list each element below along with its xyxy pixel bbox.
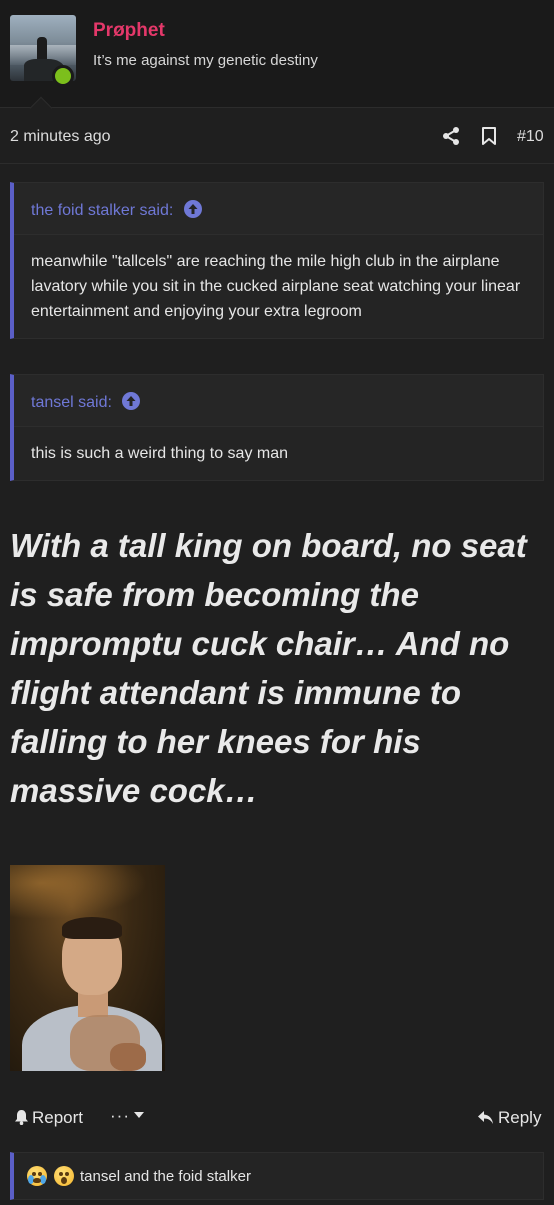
more-options-button[interactable]: ··· <box>110 1106 144 1126</box>
online-status-indicator <box>52 65 74 87</box>
post-actions-bar: Report ··· Reply <box>0 1100 554 1136</box>
image-hair <box>62 917 122 939</box>
quote-text: this is such a weird thing to say man <box>31 445 289 462</box>
more-label: ··· <box>110 1106 130 1125</box>
reactions-bar[interactable]: tansel and the foid stalker <box>10 1152 544 1200</box>
reaction-users[interactable]: tansel and the foid stalker <box>80 1168 251 1185</box>
post-body-text: With a tall king on board, no seat is sa… <box>10 527 527 809</box>
post-user-header: Prøphet It’s me against my genetic desti… <box>0 0 554 108</box>
username-link[interactable]: Prøphet <box>93 20 165 42</box>
post-timestamp[interactable]: 2 minutes ago <box>10 128 111 146</box>
user-title: It’s me against my genetic destiny <box>93 52 318 69</box>
post-attached-image[interactable] <box>10 865 165 1071</box>
bell-icon <box>15 1110 28 1125</box>
quote-block: the foid stalker said: meanwhile "tallce… <box>10 182 544 339</box>
quote-header[interactable]: the foid stalker said: <box>14 183 543 235</box>
quote-text: meanwhile "tallcels" are reaching the mi… <box>31 253 521 320</box>
post-meta-bar: 2 minutes ago #10 <box>0 108 554 164</box>
post-number-link[interactable]: #10 <box>517 128 544 146</box>
arrow-up-circle-icon[interactable] <box>183 200 202 218</box>
avatar-figure <box>37 37 47 61</box>
chevron-down-icon <box>133 1112 144 1118</box>
quote-author[interactable]: tansel said: <box>31 394 112 411</box>
arrow-up-circle-icon[interactable] <box>122 392 141 410</box>
image-light <box>10 865 165 925</box>
reply-arrow-icon <box>478 1111 493 1124</box>
quote-block: tansel said: this is such a weird thing … <box>10 374 544 481</box>
bookmark-icon[interactable] <box>480 126 498 146</box>
crying-face-emoji-icon <box>27 1166 47 1186</box>
report-label: Report <box>32 1108 84 1127</box>
share-icon[interactable] <box>441 126 461 146</box>
quote-header[interactable]: tansel said: <box>14 375 543 427</box>
report-button[interactable]: Report <box>14 1108 83 1128</box>
reply-label: Reply <box>498 1108 542 1127</box>
astonished-face-emoji-icon <box>54 1166 74 1186</box>
quote-author[interactable]: the foid stalker said: <box>31 202 173 219</box>
image-hand <box>110 1043 146 1071</box>
reply-button[interactable]: Reply <box>477 1108 541 1128</box>
